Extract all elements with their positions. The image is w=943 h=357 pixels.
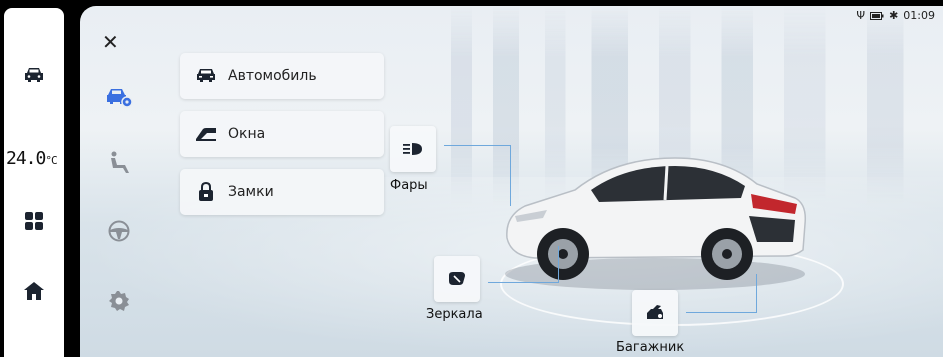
nav-vehicle[interactable]: [102, 80, 136, 114]
car-settings-icon: [107, 89, 133, 108]
menu-item-label: Автомобиль: [228, 68, 317, 84]
lock-icon: [194, 182, 218, 202]
seat-icon: [111, 151, 129, 173]
mirrors-button[interactable]: [434, 256, 480, 302]
dock-car-button[interactable]: [4, 60, 64, 90]
headlights-label: Фары: [390, 178, 428, 193]
dock-home-button[interactable]: [4, 276, 64, 306]
dock-apps-button[interactable]: [4, 206, 64, 236]
car-icon: [25, 68, 43, 82]
nav-steering[interactable]: [102, 214, 136, 248]
temperature-display[interactable]: 24.0°C: [6, 148, 58, 169]
trunk-connector: [686, 274, 757, 313]
car-icon: [194, 66, 218, 86]
nav-settings[interactable]: [102, 284, 136, 318]
steering-wheel-icon: [108, 220, 130, 242]
temperature-value: 24.0: [6, 148, 46, 169]
mirror-icon: [449, 272, 465, 285]
close-icon[interactable]: ✕: [102, 32, 119, 52]
headlights-button[interactable]: [390, 126, 436, 172]
grid-apps-icon: [25, 212, 43, 230]
vehicle-settings-screen: Ψ ✱ 01:09 ✕ Автомобиль Окна Замки Фары З…: [80, 6, 943, 357]
gear-icon: [109, 291, 129, 311]
mirrors-connector: [488, 246, 559, 283]
window-icon: [194, 124, 218, 144]
menu-item-vehicle[interactable]: Автомобиль: [180, 53, 384, 99]
trunk-button[interactable]: [632, 290, 678, 336]
mirrors-label: Зеркала: [426, 307, 483, 322]
status-bar: Ψ ✱ 01:09: [856, 9, 935, 22]
status-time: 01:09: [903, 9, 935, 22]
menu-item-locks[interactable]: Замки: [180, 169, 384, 215]
left-dock: 24.0°C: [4, 8, 64, 357]
menu-item-windows[interactable]: Окна: [180, 111, 384, 157]
nav-seats[interactable]: [102, 146, 136, 180]
menu-item-label: Окна: [228, 126, 266, 142]
temperature-unit: °C: [45, 154, 57, 167]
headlights-connector: [444, 145, 511, 206]
menu-item-label: Замки: [228, 184, 274, 200]
bluetooth-icon: ✱: [889, 9, 899, 22]
usb-icon: Ψ: [856, 9, 866, 22]
battery-icon: [870, 11, 884, 20]
home-icon: [24, 282, 44, 300]
trunk-label: Багажник: [616, 340, 685, 355]
headlight-icon: [403, 143, 422, 155]
trunk-icon: [647, 305, 663, 319]
